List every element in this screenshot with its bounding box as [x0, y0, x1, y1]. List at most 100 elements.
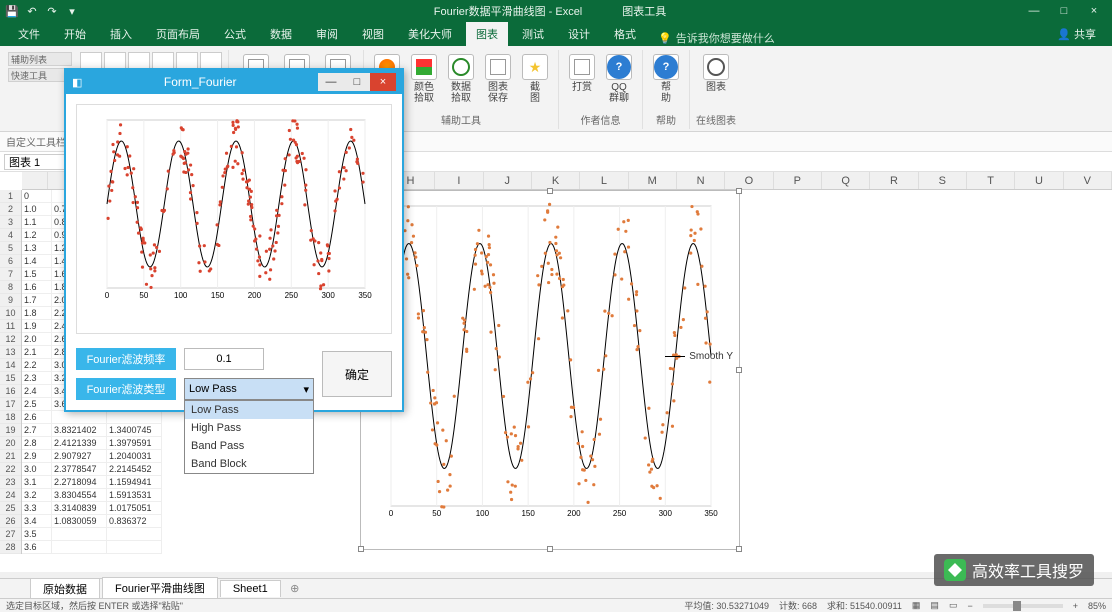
row-header[interactable]: 18: [0, 411, 21, 424]
option-band-block[interactable]: Band Block: [185, 455, 313, 473]
row-header[interactable]: 28: [0, 541, 21, 554]
helper-list-btn[interactable]: 辅助列表: [8, 52, 72, 66]
tab-format[interactable]: 格式: [604, 22, 646, 46]
minimize-button[interactable]: —: [1020, 5, 1048, 17]
cell[interactable]: [52, 541, 107, 554]
filter-type-combo[interactable]: Low Pass▾ Low Pass High Pass Band Pass B…: [184, 378, 314, 400]
tab-data[interactable]: 数据: [260, 22, 302, 46]
row-headers[interactable]: 1234567891011121314151617181920212223242…: [0, 190, 22, 554]
resize-handle[interactable]: [736, 546, 742, 552]
close-button[interactable]: ×: [1080, 5, 1108, 17]
cell[interactable]: 3.3140839: [52, 502, 107, 515]
row-header[interactable]: 27: [0, 528, 21, 541]
zoom-in-button[interactable]: +: [1073, 601, 1078, 611]
resize-handle[interactable]: [547, 546, 553, 552]
cell[interactable]: 1.0: [22, 203, 52, 216]
col-header[interactable]: V: [1064, 172, 1112, 189]
col-header[interactable]: I: [435, 172, 483, 189]
row-header[interactable]: 24: [0, 489, 21, 502]
cell[interactable]: 2.907927: [52, 450, 107, 463]
zoom-slider[interactable]: [983, 604, 1063, 608]
resize-handle[interactable]: [547, 188, 553, 194]
redo-icon[interactable]: ↷: [44, 3, 60, 19]
row-header[interactable]: 13: [0, 346, 21, 359]
dialog-titlebar[interactable]: ◧ Form_Fourier — □ ×: [66, 70, 402, 94]
ribbon-button[interactable]: QQ 群聊: [602, 52, 636, 106]
cell[interactable]: 1.0830059: [52, 515, 107, 528]
tab-formulas[interactable]: 公式: [214, 22, 256, 46]
row-header[interactable]: 16: [0, 385, 21, 398]
cell[interactable]: 3.0: [22, 463, 52, 476]
zoom-out-button[interactable]: −: [967, 601, 972, 611]
col-header[interactable]: O: [725, 172, 773, 189]
cell[interactable]: 3.8304554: [52, 489, 107, 502]
cell[interactable]: 2.1: [22, 346, 52, 359]
new-sheet-button[interactable]: ⊕: [287, 582, 303, 595]
cell[interactable]: 1.3: [22, 242, 52, 255]
col-header[interactable]: Q: [822, 172, 870, 189]
freq-input[interactable]: [184, 348, 264, 370]
row-header[interactable]: 4: [0, 229, 21, 242]
cell[interactable]: 1.3979591: [107, 437, 162, 450]
cell[interactable]: 3.6: [22, 541, 52, 554]
save-icon[interactable]: 💾: [4, 3, 20, 19]
tab-view[interactable]: 视图: [352, 22, 394, 46]
cell[interactable]: 2.4: [22, 385, 52, 398]
row-header[interactable]: 17: [0, 398, 21, 411]
maximize-button[interactable]: □: [1050, 5, 1078, 17]
cell[interactable]: 0.836372: [107, 515, 162, 528]
view-page-icon[interactable]: ▤: [930, 600, 939, 611]
cell[interactable]: 2.7: [22, 424, 52, 437]
cell[interactable]: 1.6: [22, 281, 52, 294]
cell[interactable]: 2.2718094: [52, 476, 107, 489]
tab-design[interactable]: 设计: [558, 22, 600, 46]
cell[interactable]: [52, 411, 107, 424]
ok-button[interactable]: 确定: [322, 351, 392, 397]
resize-handle[interactable]: [358, 546, 364, 552]
cell[interactable]: 2.0: [22, 333, 52, 346]
resize-handle[interactable]: [736, 188, 742, 194]
cell[interactable]: 1.0175051: [107, 502, 162, 515]
option-band-pass[interactable]: Band Pass: [185, 437, 313, 455]
row-header[interactable]: 25: [0, 502, 21, 515]
ribbon-button[interactable]: 图表 保存: [481, 52, 515, 106]
tab-file[interactable]: 文件: [8, 22, 50, 46]
cell[interactable]: 1.5: [22, 268, 52, 281]
row-header[interactable]: 20: [0, 437, 21, 450]
col-header[interactable]: P: [774, 172, 822, 189]
quick-tool-btn[interactable]: 快速工具: [8, 68, 72, 82]
cell[interactable]: 1.1: [22, 216, 52, 229]
row-header[interactable]: 10: [0, 307, 21, 320]
view-normal-icon[interactable]: ▦: [912, 600, 921, 611]
row-header[interactable]: 11: [0, 320, 21, 333]
col-header[interactable]: T: [967, 172, 1015, 189]
tab-chart[interactable]: 图表: [466, 22, 508, 46]
row-header[interactable]: 3: [0, 216, 21, 229]
ribbon-button[interactable]: 帮 助: [649, 52, 683, 106]
row-header[interactable]: 1: [0, 190, 21, 203]
dialog-minimize-button[interactable]: —: [318, 73, 344, 91]
tell-me[interactable]: 💡 告诉我你想要做什么: [658, 30, 775, 46]
col-header[interactable]: R: [870, 172, 918, 189]
cell[interactable]: 2.3778547: [52, 463, 107, 476]
row-header[interactable]: 9: [0, 294, 21, 307]
col-header[interactable]: L: [580, 172, 628, 189]
ribbon-button[interactable]: 数据 拾取: [444, 52, 478, 106]
zoom-level[interactable]: 85%: [1088, 601, 1106, 611]
tab-insert[interactable]: 插入: [100, 22, 142, 46]
cell[interactable]: 0: [22, 190, 52, 203]
row-header[interactable]: 8: [0, 281, 21, 294]
cell[interactable]: 1.5913531: [107, 489, 162, 502]
dialog-maximize-button[interactable]: □: [344, 73, 370, 91]
dialog-close-button[interactable]: ×: [370, 73, 396, 91]
share-button[interactable]: 👤 共享: [1049, 22, 1104, 46]
cell[interactable]: [107, 411, 162, 424]
ribbon-button[interactable]: 打赏: [565, 52, 599, 95]
row-header[interactable]: 19: [0, 424, 21, 437]
option-low-pass[interactable]: Low Pass: [185, 401, 313, 419]
cell[interactable]: 2.2145452: [107, 463, 162, 476]
ribbon-button[interactable]: 颜色 拾取: [407, 52, 441, 106]
row-header[interactable]: 7: [0, 268, 21, 281]
ribbon-button[interactable]: 截 图: [518, 52, 552, 106]
cell[interactable]: 3.2: [22, 489, 52, 502]
